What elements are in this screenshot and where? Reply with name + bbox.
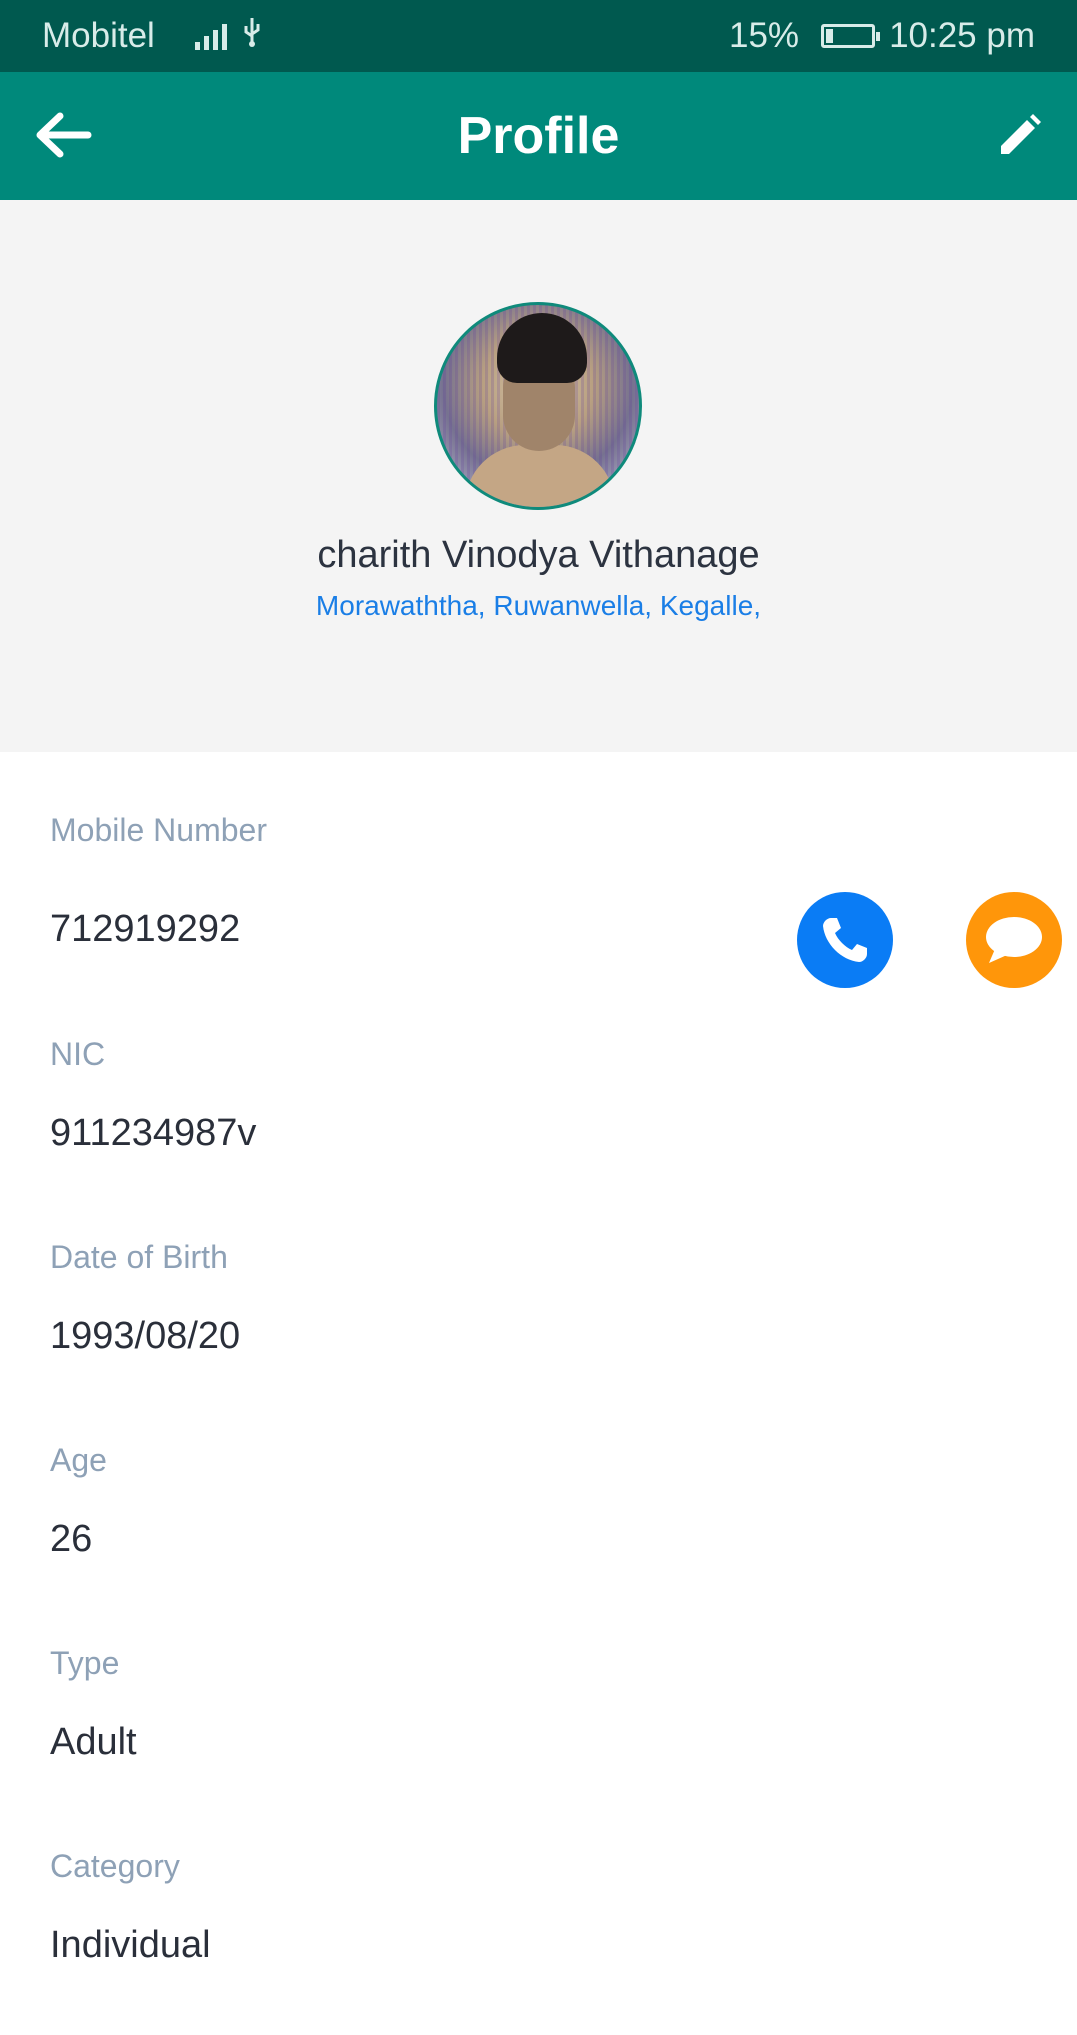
profile-name: charith Vinodya Vithanage xyxy=(317,534,760,576)
nic-label: NIC xyxy=(50,1036,106,1072)
avatar xyxy=(434,302,642,510)
mobile-number-value: 712919292 xyxy=(50,908,241,950)
chat-bubble-icon xyxy=(986,917,1042,963)
category-label: Category xyxy=(50,1848,180,1884)
phone-icon xyxy=(823,918,867,962)
carrier-name: Mobitel xyxy=(42,16,155,55)
profile-header: charith Vinodya Vithanage Morawaththa, R… xyxy=(0,200,1077,752)
nic-value: 911234987v xyxy=(50,1112,257,1154)
signal-icon xyxy=(194,22,227,50)
battery-percent: 15% xyxy=(729,16,800,55)
mobile-number-label: Mobile Number xyxy=(50,812,267,848)
page-title: Profile xyxy=(457,107,620,165)
age-label: Age xyxy=(50,1442,107,1478)
type-value: Adult xyxy=(50,1721,137,1763)
arrow-left-icon xyxy=(36,112,92,158)
status-left: Mobitel xyxy=(42,16,263,57)
type-label: Type xyxy=(50,1645,120,1681)
clock: 10:25 pm xyxy=(889,16,1035,55)
call-button[interactable] xyxy=(797,892,893,988)
message-button[interactable] xyxy=(966,892,1062,988)
status-bar: Mobitel 15% 10:25 pm xyxy=(0,0,1077,72)
status-right: 15% 10:25 pm xyxy=(729,16,1035,56)
usb-icon xyxy=(241,16,263,57)
dob-value: 1993/08/20 xyxy=(50,1315,241,1357)
edit-profile-button[interactable] xyxy=(995,112,1043,160)
battery-charging-icon xyxy=(821,24,881,48)
app-bar: Profile xyxy=(0,72,1077,200)
back-button[interactable] xyxy=(30,102,96,168)
profile-address[interactable]: Morawaththa, Ruwanwella, Kegalle, xyxy=(0,590,1077,622)
dob-label: Date of Birth xyxy=(50,1239,228,1275)
age-value: 26 xyxy=(50,1518,93,1560)
pencil-icon xyxy=(1001,114,1041,154)
category-value: Individual xyxy=(50,1924,211,1966)
